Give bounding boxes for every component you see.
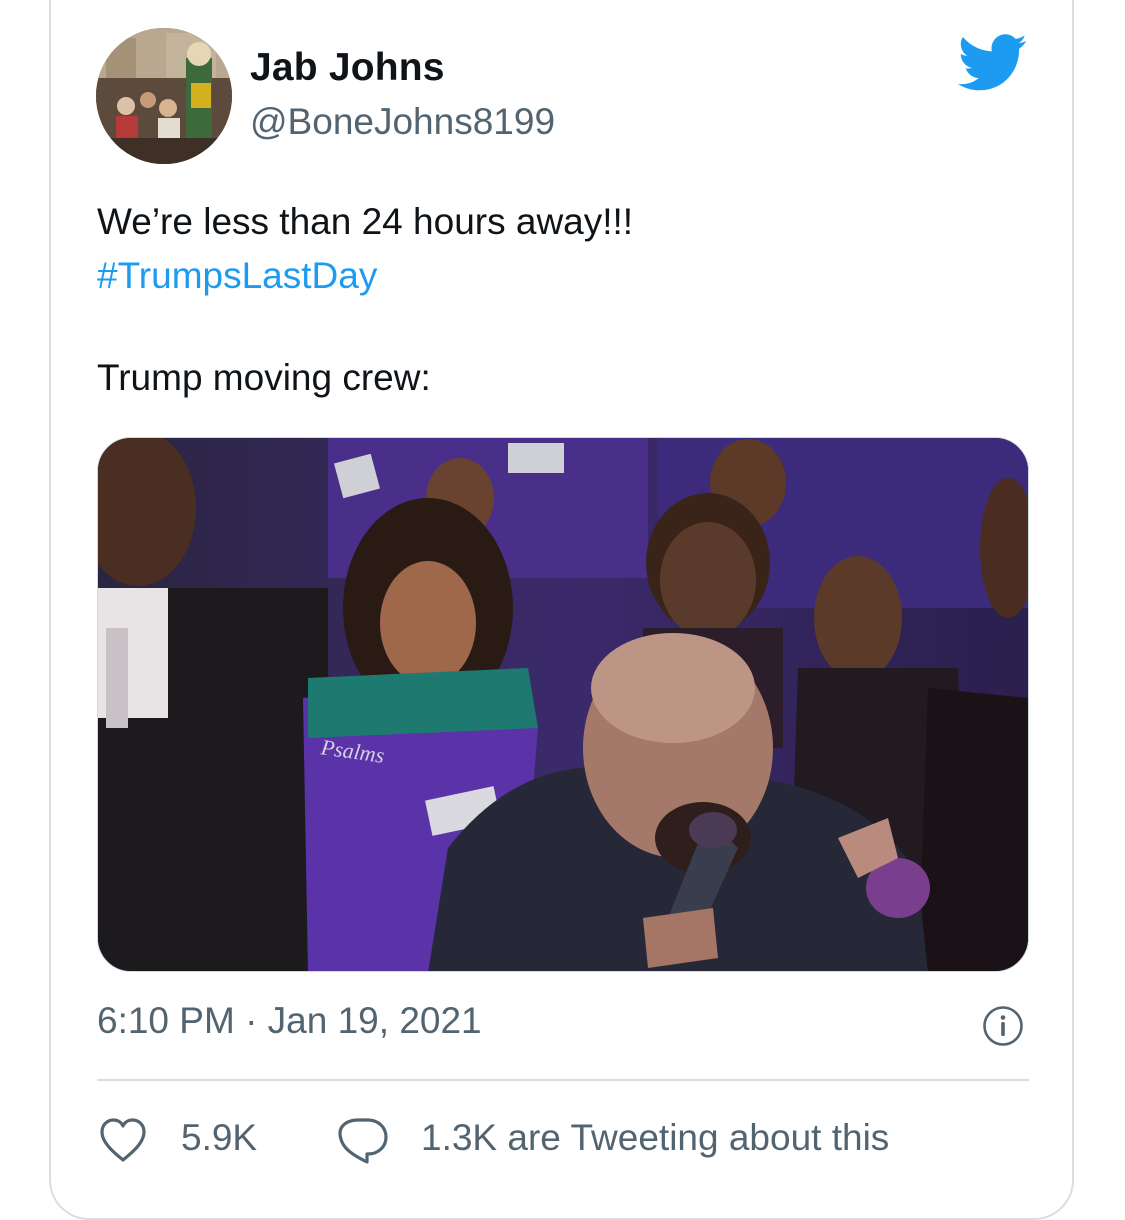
divider xyxy=(97,1079,1029,1081)
tweet-text: We’re less than 24 hours away!!! #Trumps… xyxy=(97,195,997,303)
speech-bubble-icon[interactable] xyxy=(336,1116,390,1166)
heart-icon[interactable] xyxy=(98,1116,148,1164)
avatar[interactable] xyxy=(96,28,232,164)
media-image: Psalms xyxy=(98,438,1028,971)
user-handle[interactable]: @BoneJohns8199 xyxy=(250,101,555,143)
tweet-media[interactable]: Psalms xyxy=(97,437,1029,972)
tweet-timestamp[interactable]: 6:10 PM · Jan 19, 2021 xyxy=(97,1000,482,1042)
info-icon[interactable] xyxy=(982,1005,1024,1047)
avatar-image xyxy=(96,28,232,164)
like-count[interactable]: 5.9K xyxy=(181,1117,257,1159)
twitter-bird-icon[interactable] xyxy=(958,34,1028,92)
hashtag-link[interactable]: #TrumpsLastDay xyxy=(97,249,997,303)
tweet-text-line: We’re less than 24 hours away!!! xyxy=(97,201,634,242)
display-name[interactable]: Jab Johns xyxy=(250,46,445,90)
tweeting-about-link[interactable]: 1.3K are Tweeting about this xyxy=(421,1117,889,1159)
tweet-text-line-2: Trump moving crew: xyxy=(97,357,431,398)
